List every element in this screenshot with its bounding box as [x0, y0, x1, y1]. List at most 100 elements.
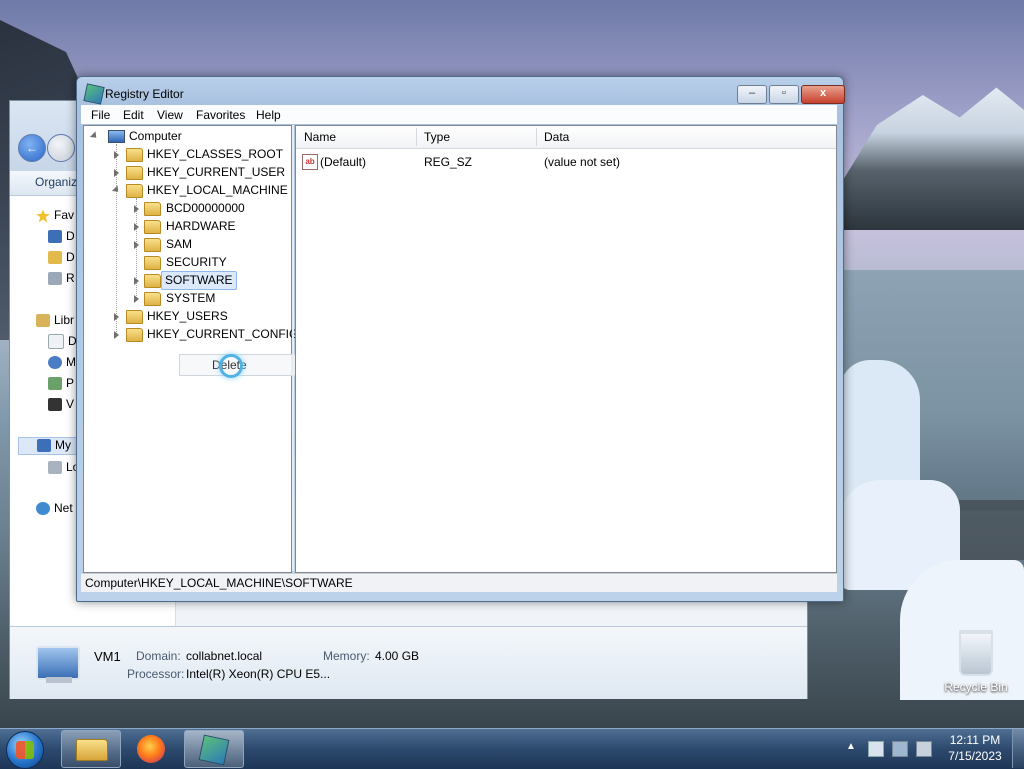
column-header-data[interactable]: Data [544, 130, 569, 144]
taskbar-regedit-button[interactable] [184, 730, 244, 768]
folder-icon [144, 238, 161, 252]
folder-icon [144, 220, 161, 234]
column-header-name[interactable]: Name [304, 130, 336, 144]
pane-splitter[interactable] [292, 125, 294, 571]
expand-arrow-icon[interactable] [114, 331, 119, 339]
libraries-icon [36, 314, 50, 328]
expand-arrow-icon[interactable] [114, 169, 119, 177]
network-icon[interactable] [892, 741, 908, 757]
clock-date: 7/15/2023 [948, 749, 1002, 763]
folder-icon [126, 166, 143, 180]
menu-help[interactable]: Help [256, 108, 281, 122]
sidebar-item-recent[interactable]: R [48, 271, 75, 289]
sidebar-item-libraries[interactable]: Libr [36, 313, 74, 331]
firefox-icon [137, 735, 165, 763]
clock-time: 12:11 PM [949, 733, 1001, 747]
documents-icon [48, 334, 64, 350]
busy-cursor-icon [219, 354, 243, 378]
status-path: Computer\HKEY_LOCAL_MACHINE\SOFTWARE [85, 576, 353, 590]
wallpaper-mountain-right [840, 87, 1024, 230]
star-icon [36, 209, 50, 223]
sidebar-item-pictures[interactable]: P [48, 376, 74, 394]
expand-arrow-icon[interactable] [134, 241, 139, 249]
taskbar-clock[interactable]: 12:11 PM 7/15/2023 [940, 732, 1010, 764]
folder-icon [126, 148, 143, 162]
folder-icon [76, 739, 108, 761]
menu-file[interactable]: File [91, 108, 110, 122]
menu-favorites[interactable]: Favorites [196, 108, 245, 122]
collapse-arrow-icon[interactable] [111, 185, 122, 195]
folder-icon [144, 274, 161, 288]
organize-button[interactable]: Organiz [35, 175, 77, 189]
expand-arrow-icon[interactable] [114, 313, 119, 321]
desktop-icon [48, 230, 62, 244]
sidebar-item-music[interactable]: M [48, 355, 76, 373]
maximize-button[interactable]: ▫ [769, 85, 799, 104]
column-separator[interactable] [416, 128, 417, 146]
system-tray: ▲ [840, 735, 950, 761]
show-desktop-button[interactable] [1012, 729, 1024, 768]
folder-icon [126, 310, 143, 324]
folder-icon [144, 256, 161, 270]
recycle-bin-label: Recycle Bin [944, 680, 1008, 694]
recent-places-icon [48, 272, 62, 286]
sidebar-item-documents[interactable]: D [48, 334, 77, 352]
computer-name: VM1 [94, 649, 121, 664]
sidebar-item-videos[interactable]: V [48, 397, 74, 415]
string-value-icon: ab [302, 154, 318, 170]
computer-stand-icon [46, 677, 72, 683]
sidebar-item-local-disk[interactable]: Lo [48, 460, 79, 478]
computer-large-icon [36, 646, 80, 680]
computer-icon [37, 439, 51, 453]
column-header-type[interactable]: Type [424, 130, 450, 144]
back-button[interactable]: ← [18, 134, 46, 162]
regedit-icon [198, 734, 230, 766]
domain-value: collabnet.local [186, 649, 263, 663]
computer-icon [108, 130, 125, 143]
status-bar: Computer\HKEY_LOCAL_MACHINE\SOFTWARE [81, 573, 837, 592]
music-icon [48, 356, 62, 370]
forward-button[interactable] [47, 134, 75, 162]
selected-key-label: SOFTWARE [161, 271, 237, 290]
expand-arrow-icon[interactable] [134, 223, 139, 231]
volume-muted-icon[interactable] [916, 741, 932, 757]
show-hidden-icons-icon[interactable]: ▲ [846, 741, 860, 755]
memory-label: Memory: [323, 649, 370, 663]
taskbar-explorer-button[interactable] [61, 730, 121, 768]
recycle-bin-icon [959, 630, 993, 676]
regedit-icon [83, 83, 105, 105]
expand-arrow-icon[interactable] [114, 151, 119, 159]
collapse-arrow-icon[interactable] [89, 131, 100, 141]
minimize-button[interactable]: – [737, 85, 767, 104]
menu-bar: File Edit View Favorites Help [81, 105, 837, 124]
registry-tree[interactable]: Computer HKEY_CLASSES_ROOT HKEY_CURRENT_… [83, 125, 349, 573]
list-item[interactable]: ab (Default) REG_SZ (value not set) [302, 154, 822, 171]
menu-edit[interactable]: Edit [123, 108, 144, 122]
sidebar-item-downloads[interactable]: D [48, 250, 75, 268]
expand-arrow-icon[interactable] [134, 205, 139, 213]
close-button[interactable]: x [801, 85, 845, 104]
explorer-details-pane: VM1 Domain: collabnet.local Memory: 4.00… [10, 626, 807, 699]
folder-icon [144, 292, 161, 306]
downloads-icon [48, 251, 62, 265]
network-icon [36, 502, 50, 516]
processor-value: Intel(R) Xeon(R) CPU E5... [186, 667, 331, 681]
values-list[interactable]: Name Type Data ab (Default) REG_SZ (valu… [295, 125, 837, 573]
expand-arrow-icon[interactable] [134, 295, 139, 303]
action-center-icon[interactable] [868, 741, 884, 757]
memory-value: 4.00 GB [375, 649, 420, 663]
start-button[interactable] [6, 731, 44, 769]
videos-icon [48, 398, 62, 412]
expand-arrow-icon[interactable] [134, 277, 139, 285]
sidebar-item-desktop[interactable]: D [48, 229, 75, 247]
window-title: Registry Editor [105, 87, 184, 101]
sidebar-item-network[interactable]: Net [36, 501, 73, 519]
taskbar-firefox-button[interactable] [122, 730, 182, 768]
menu-view[interactable]: View [157, 108, 183, 122]
column-separator[interactable] [536, 128, 537, 146]
list-header: Name Type Data [296, 126, 836, 149]
local-disk-icon [48, 461, 62, 475]
registry-editor-window[interactable]: Registry Editor – ▫ x File Edit View Fav… [76, 76, 845, 602]
recycle-bin-shortcut[interactable]: Recycle Bin [944, 630, 1008, 700]
sidebar-item-favorites[interactable]: Fav [36, 208, 74, 226]
